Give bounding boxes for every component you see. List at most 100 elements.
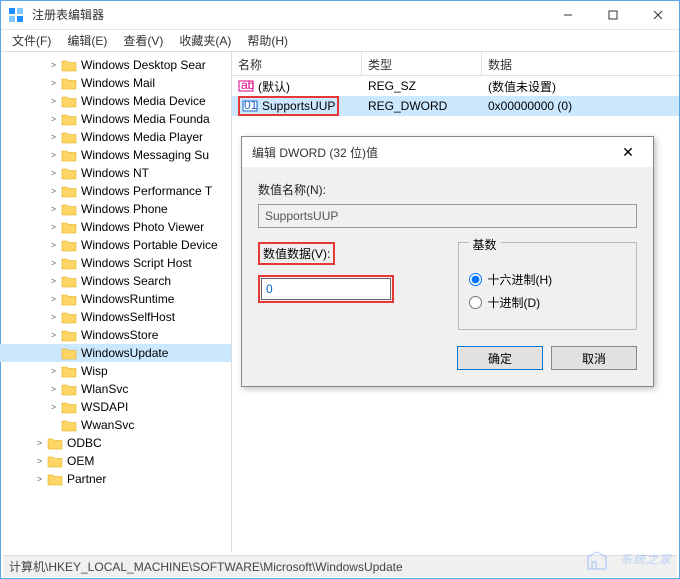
expand-icon[interactable]	[48, 348, 59, 359]
col-name[interactable]: 名称	[232, 52, 362, 75]
tree-item[interactable]: >OEM	[0, 452, 231, 470]
tree-item[interactable]: > Partner	[0, 470, 231, 488]
tree-item[interactable]: > Windows Performance T	[0, 182, 231, 200]
minimize-button[interactable]	[545, 0, 590, 30]
dialog-close-button[interactable]: ✕	[613, 144, 643, 161]
menubar: 文件(F) 编辑(E) 查看(V) 收藏夹(A) 帮助(H)	[0, 30, 680, 52]
ok-button[interactable]: 确定	[457, 346, 543, 370]
value-data-label: 数值数据(V):	[263, 247, 330, 261]
tree-item[interactable]: > ODBC	[0, 434, 231, 452]
tree-item[interactable]: > Windows Media Founda	[0, 110, 231, 128]
tree-item-label: Windows Media Device	[81, 94, 206, 108]
expand-icon[interactable]: >	[34, 456, 45, 467]
tree-view[interactable]: >Windows Desktop Sear>Windows Mail>Windo…	[0, 52, 232, 552]
expand-icon[interactable]	[48, 420, 59, 431]
expand-icon[interactable]: >	[48, 168, 59, 179]
tree-item[interactable]: >Windows Script Host	[0, 254, 231, 272]
tree-item[interactable]: > Windows Photo Viewer	[0, 218, 231, 236]
tree-item-label: ODBC	[67, 436, 102, 450]
radio-dec[interactable]: 十进制(D)	[469, 294, 627, 311]
menu-edit[interactable]: 编辑(E)	[59, 30, 115, 51]
tree-item[interactable]: > Windows Desktop Sear	[0, 56, 231, 74]
expand-icon[interactable]: >	[48, 150, 59, 161]
tree-item[interactable]: > Wisp	[0, 362, 231, 380]
expand-icon[interactable]: >	[48, 276, 59, 287]
base-legend: 基数	[469, 236, 501, 253]
tree-item-label: Windows Search	[81, 274, 171, 288]
dialog-titlebar[interactable]: 编辑 DWORD (32 位)值 ✕	[242, 137, 653, 167]
tree-item-label: Partner	[67, 472, 106, 486]
value-name-field	[258, 204, 637, 228]
expand-icon[interactable]: >	[48, 240, 59, 251]
base-group: 基数 十六进制(H) 十进制(D)	[458, 242, 638, 330]
list-row[interactable]: ab(默认)REG_SZ(数值未设置)	[232, 76, 680, 96]
expand-icon[interactable]: >	[48, 222, 59, 233]
tree-item[interactable]: >WSDAPI	[0, 398, 231, 416]
col-data[interactable]: 数据	[482, 52, 680, 75]
expand-icon[interactable]: >	[48, 330, 59, 341]
tree-item[interactable]: > Windows Messaging Su	[0, 146, 231, 164]
cell-name: (默认)	[258, 78, 290, 95]
radio-dec-input[interactable]	[469, 296, 482, 309]
menu-view[interactable]: 查看(V)	[115, 30, 171, 51]
tree-item-label: Wisp	[81, 364, 108, 378]
expand-icon[interactable]: >	[48, 60, 59, 71]
tree-item[interactable]: > Windows Portable Device	[0, 236, 231, 254]
tree-item-label: WwanSvc	[81, 418, 134, 432]
list-row[interactable]: 010SupportsUUPREG_DWORD0x00000000 (0)	[232, 96, 680, 116]
tree-item-label: Windows Portable Device	[81, 238, 218, 252]
tree-item[interactable]: > Windows NT	[0, 164, 231, 182]
menu-help[interactable]: 帮助(H)	[239, 30, 296, 51]
menu-file[interactable]: 文件(F)	[4, 30, 59, 51]
dialog-title: 编辑 DWORD (32 位)值	[252, 144, 613, 161]
tree-item[interactable]: >Windows Mail	[0, 74, 231, 92]
tree-item[interactable]: > WindowsSelfHost	[0, 308, 231, 326]
app-icon	[8, 7, 24, 23]
cell-data: 0x00000000 (0)	[482, 97, 680, 115]
tree-item-label: Windows Messaging Su	[81, 148, 209, 162]
tree-item-label: Windows Photo Viewer	[81, 220, 204, 234]
menu-favorites[interactable]: 收藏夹(A)	[171, 30, 239, 51]
tree-item-label: Windows Phone	[81, 202, 168, 216]
expand-icon[interactable]: >	[48, 366, 59, 377]
tree-item-label: Windows Performance T	[81, 184, 212, 198]
tree-item[interactable]: >WindowsStore	[0, 326, 231, 344]
expand-icon[interactable]: >	[48, 294, 59, 305]
maximize-button[interactable]	[590, 0, 635, 30]
tree-item[interactable]: >Windows Media Player	[0, 128, 231, 146]
tree-item[interactable]: > Windows Phone	[0, 200, 231, 218]
expand-icon[interactable]: >	[48, 78, 59, 89]
radio-hex-input[interactable]	[469, 273, 482, 286]
expand-icon[interactable]: >	[48, 132, 59, 143]
cancel-button[interactable]: 取消	[551, 346, 637, 370]
radio-hex[interactable]: 十六进制(H)	[469, 271, 627, 288]
expand-icon[interactable]: >	[48, 204, 59, 215]
tree-item[interactable]: > WlanSvc	[0, 380, 231, 398]
expand-icon[interactable]: >	[48, 402, 59, 413]
expand-icon[interactable]: >	[48, 186, 59, 197]
tree-item[interactable]: > Windows Search	[0, 272, 231, 290]
expand-icon[interactable]: >	[48, 312, 59, 323]
window-title: 注册表编辑器	[32, 6, 545, 23]
tree-item-label: Windows Media Founda	[81, 112, 210, 126]
close-button[interactable]	[635, 0, 680, 30]
tree-item[interactable]: >WindowsRuntime	[0, 290, 231, 308]
expand-icon[interactable]: >	[48, 96, 59, 107]
value-data-field[interactable]	[261, 278, 391, 300]
tree-item[interactable]: WwanSvc	[0, 416, 231, 434]
tree-item-label: WlanSvc	[81, 382, 128, 396]
svg-text:ab: ab	[241, 78, 254, 92]
tree-item[interactable]: > Windows Media Device	[0, 92, 231, 110]
expand-icon[interactable]: >	[48, 114, 59, 125]
watermark: 系统之家	[585, 549, 672, 571]
expand-icon[interactable]: >	[34, 438, 45, 449]
expand-icon[interactable]: >	[48, 384, 59, 395]
titlebar: 注册表编辑器	[0, 0, 680, 30]
tree-item-label: Windows NT	[81, 166, 149, 180]
col-type[interactable]: 类型	[362, 52, 482, 75]
tree-item-label: Windows Desktop Sear	[81, 58, 206, 72]
tree-item[interactable]: WindowsUpdate	[0, 344, 231, 362]
expand-icon[interactable]: >	[34, 474, 45, 485]
tree-item-label: WindowsSelfHost	[81, 310, 175, 324]
expand-icon[interactable]: >	[48, 258, 59, 269]
